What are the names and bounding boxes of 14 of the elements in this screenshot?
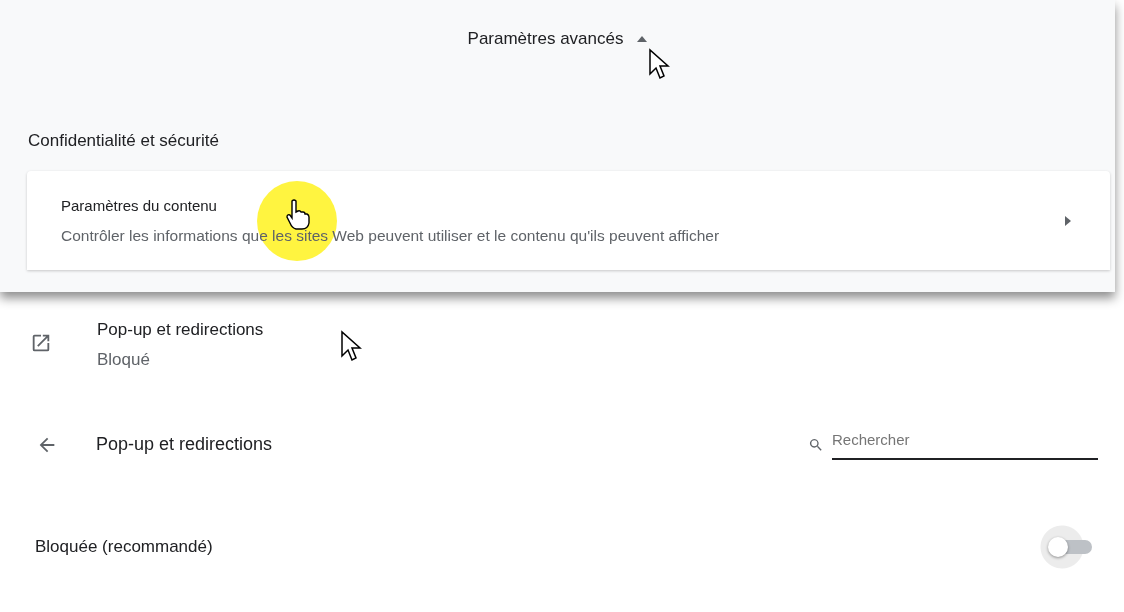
- search-icon: [808, 436, 824, 453]
- cursor-icon: [340, 330, 362, 362]
- chevron-right-icon: [1065, 215, 1071, 226]
- page-title: Pop-up et redirections: [96, 433, 274, 456]
- advanced-settings-toggle[interactable]: Paramètres avancés: [467, 26, 648, 52]
- external-link-icon: [30, 332, 52, 354]
- setting-label: Bloquée (recommandé): [35, 536, 213, 559]
- caret-icon: [637, 35, 648, 42]
- search-field[interactable]: Rechercher: [832, 429, 1098, 460]
- cursor-icon: [648, 48, 670, 80]
- setting-title: Paramètres du contenu: [61, 197, 217, 214]
- hand-cursor-icon: [285, 199, 311, 231]
- section-title: Confidentialité et sécurité: [28, 131, 219, 150]
- popup-settings-item[interactable]: Pop-up et redirections Bloqué: [97, 317, 264, 372]
